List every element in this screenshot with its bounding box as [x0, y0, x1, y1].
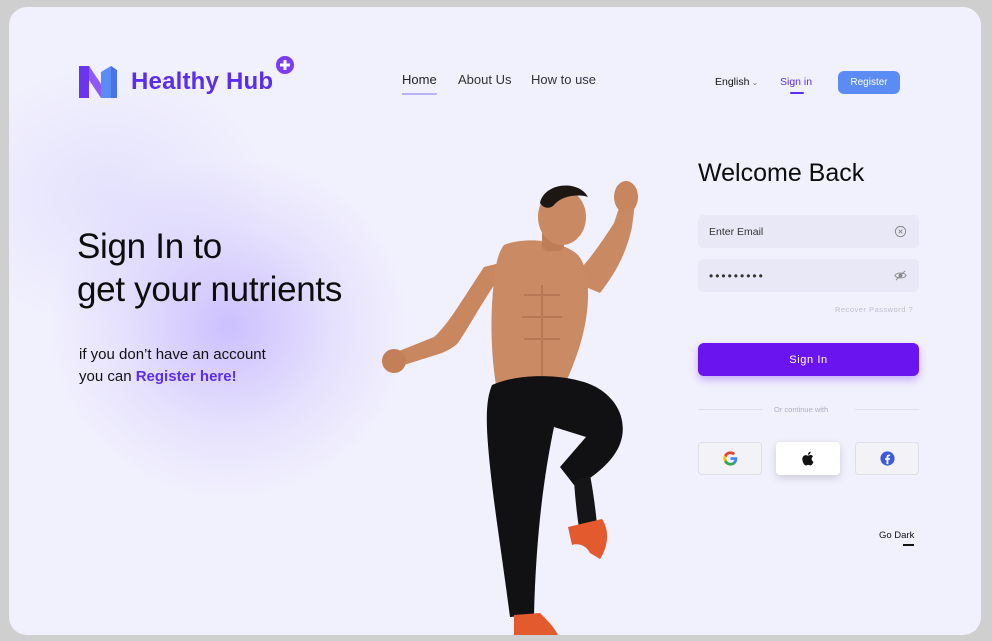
- hero-subtitle-line1: if you don’t have an account: [79, 346, 266, 363]
- go-dark-toggle[interactable]: Go Dark: [879, 530, 915, 546]
- logo-mark-icon: [79, 66, 117, 98]
- email-placeholder: Enter Email: [709, 225, 764, 238]
- password-value: •••••••••: [709, 268, 765, 283]
- language-select[interactable]: English ⌄: [715, 76, 758, 88]
- nav-how-to-use[interactable]: How to use: [531, 72, 596, 87]
- hero-subtitle-prefix: you can: [79, 368, 136, 385]
- register-here-link[interactable]: Register here!: [136, 368, 237, 385]
- apple-sign-in-button[interactable]: [776, 442, 840, 475]
- divider-text: Or continue with: [774, 405, 829, 414]
- eye-icon[interactable]: [894, 269, 907, 282]
- nav-sign-in[interactable]: Sign in: [780, 76, 812, 94]
- divider-left: [698, 409, 762, 410]
- hero-title-line1: Sign In to: [77, 227, 222, 266]
- recover-password-link[interactable]: Recover Password ?: [835, 305, 913, 314]
- clear-icon[interactable]: [894, 225, 907, 238]
- brand-logo[interactable]: Healthy Hub: [77, 62, 273, 102]
- form-title: Welcome Back: [698, 159, 865, 187]
- medical-plus-icon: [276, 56, 294, 74]
- email-field[interactable]: Enter Email: [698, 215, 919, 248]
- sign-in-button[interactable]: Sign In: [698, 343, 919, 376]
- brand-name: Healthy Hub: [131, 68, 274, 95]
- password-field[interactable]: •••••••••: [698, 259, 919, 292]
- app-window: Healthy Hub Home About Us How to use Eng…: [9, 7, 981, 635]
- facebook-icon: [879, 451, 895, 466]
- hero-subtitle-line2: you can Register here!: [79, 366, 266, 388]
- google-sign-in-button[interactable]: [698, 442, 762, 475]
- athlete-image: [382, 181, 638, 635]
- google-icon: [722, 451, 737, 466]
- facebook-sign-in-button[interactable]: [855, 442, 919, 475]
- chevron-down-icon: ⌄: [751, 77, 759, 87]
- language-label: English: [715, 76, 750, 88]
- register-button[interactable]: Register: [838, 71, 900, 94]
- hero-subtitle: if you don’t have an account you can Reg…: [79, 344, 266, 388]
- nav-about-us[interactable]: About Us: [458, 72, 511, 87]
- hero-title: Sign In to get your nutrients: [77, 225, 407, 311]
- divider-right: [855, 409, 919, 410]
- hero-title-line2: get your nutrients: [77, 270, 343, 309]
- apple-icon: [801, 451, 813, 466]
- background-glow: [49, 157, 409, 497]
- nav-home[interactable]: Home: [402, 72, 437, 95]
